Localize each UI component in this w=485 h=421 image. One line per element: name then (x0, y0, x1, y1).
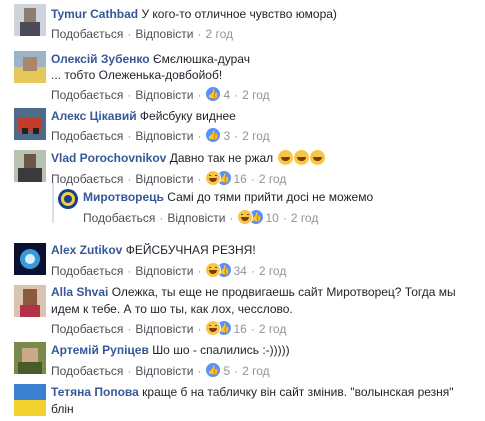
comment-time[interactable]: 2 год (259, 264, 287, 278)
avatar[interactable] (14, 150, 46, 182)
haha-like-reactions-icon[interactable]: 👍 (205, 320, 233, 336)
like-button[interactable]: Подобається (51, 88, 123, 102)
haha-like-reactions-icon[interactable]: 👍 (205, 262, 233, 278)
reply-button[interactable]: Відповісти (135, 364, 193, 378)
comment-author[interactable]: Алекс Цікавий (51, 109, 137, 123)
reply-button[interactable]: Відповісти (135, 129, 193, 143)
reply-thread-line (52, 183, 54, 223)
reply-button[interactable]: Відповісти (167, 211, 225, 225)
haha-like-reactions-icon[interactable]: 👍 (205, 170, 233, 186)
reply-button[interactable]: Відповісти (135, 27, 193, 41)
comment-time[interactable]: 2 год (259, 172, 287, 186)
avatar[interactable] (14, 384, 46, 416)
avatar[interactable] (14, 243, 46, 275)
reaction-count[interactable]: 10 (265, 211, 278, 225)
like-button[interactable]: Подобається (51, 322, 123, 336)
avatar[interactable] (14, 4, 46, 36)
reaction-count[interactable]: 16 (233, 322, 246, 336)
like-reaction-icon[interactable]: 👍 (205, 362, 222, 378)
laughing-emoji-icon (293, 150, 309, 165)
comment-text: Фейсбуку виднее (139, 109, 236, 123)
reply-button[interactable]: Відповісти (135, 88, 193, 102)
comment-time[interactable]: 2 год (259, 322, 287, 336)
laughing-emoji-icon (309, 150, 325, 165)
avatar[interactable] (14, 108, 46, 140)
comment-text-line2: блін (51, 402, 74, 416)
comment-author[interactable]: Миротворець (83, 190, 164, 204)
comment-text-line2: идем к тебе. А то шо ты, как лох, чессло… (51, 302, 293, 316)
avatar[interactable] (58, 189, 78, 209)
reaction-count[interactable]: 16 (233, 172, 246, 186)
comment-text: Самі до тями прийти досі не можемо (167, 190, 374, 204)
reply-button[interactable]: Відповісти (135, 322, 193, 336)
comment-time[interactable]: 2 год (242, 364, 270, 378)
avatar[interactable] (14, 51, 46, 83)
avatar[interactable] (14, 285, 46, 317)
comment-author[interactable]: Alla Shvai (51, 285, 108, 299)
like-button[interactable]: Подобається (51, 129, 123, 143)
laughing-emoji-icon (277, 150, 293, 165)
comment-text: Олежка, ты еще не продвигаешь сайт Мирот… (111, 285, 456, 299)
like-button[interactable]: Подобається (51, 172, 123, 186)
comment-author[interactable]: Тетяна Попова (51, 385, 139, 399)
comment-text: У кого-то отличное чувство юмора) (141, 7, 337, 21)
comment-time[interactable]: 2 год (205, 27, 233, 41)
comment-author[interactable]: Артемій Рупіцев (51, 343, 149, 357)
comment-text-line2: ... тобто Олеженька-довбойоб! (51, 68, 223, 82)
like-button[interactable]: Подобається (51, 27, 123, 41)
comment-author[interactable]: Alex Zutikov (51, 243, 122, 257)
haha-like-reactions-icon[interactable]: 👍 (237, 209, 265, 225)
comment-text: Ємєлюшка-дурач (152, 52, 250, 66)
comment-author[interactable]: Vlad Porochovnikov (51, 151, 166, 165)
like-button[interactable]: Подобається (83, 211, 155, 225)
like-button[interactable]: Подобається (51, 264, 123, 278)
reply-button[interactable]: Відповісти (135, 264, 193, 278)
comment-text: ФЕЙСБУЧНАЯ РЕЗНЯ! (125, 243, 256, 257)
comment-author[interactable]: Олексій Зубенко (51, 52, 150, 66)
reply-button[interactable]: Відповісти (135, 172, 193, 186)
comment-time[interactable]: 2 год (291, 211, 319, 225)
like-reaction-icon[interactable]: 👍 (205, 127, 222, 143)
comment-author[interactable]: Tymur Cathbad (51, 7, 138, 21)
like-button[interactable]: Подобається (51, 364, 123, 378)
reaction-count[interactable]: 34 (233, 264, 246, 278)
avatar[interactable] (14, 342, 46, 374)
like-reaction-icon[interactable]: 👍 (205, 86, 222, 102)
comment-text: Шо шо - спалились :-))))) (152, 343, 290, 357)
comment-time[interactable]: 2 год (242, 129, 270, 143)
comment-text: Давно так не ржал (169, 151, 274, 165)
comment-text: краще б на табличку він сайт змінив. "во… (142, 385, 454, 399)
comment-time[interactable]: 2 год (242, 88, 270, 102)
